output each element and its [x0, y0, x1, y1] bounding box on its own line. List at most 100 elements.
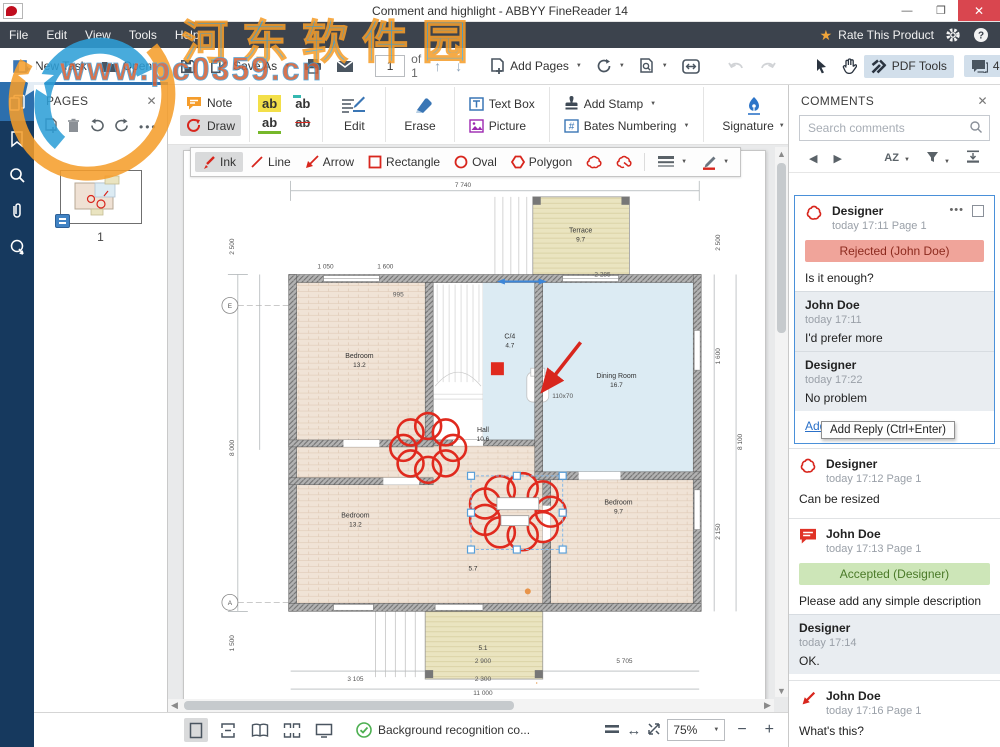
rate-this-product[interactable]: ★ Rate This Product [820, 27, 934, 44]
selection-handle[interactable] [468, 472, 475, 479]
line-weight-button[interactable]: ▼ [650, 152, 694, 172]
menu-item-view[interactable]: View [76, 22, 120, 48]
zoom-in-button[interactable]: + [759, 721, 780, 739]
document-canvas[interactable]: Terrace9.7Bedroom13.2C/44.7Dining Room16… [168, 145, 788, 712]
scroll-up-icon[interactable]: ▲ [775, 147, 788, 160]
redo-button[interactable] [752, 56, 783, 77]
save-as-button[interactable]: Save As ▼ [203, 55, 297, 78]
picture-tool-button[interactable]: Picture [463, 116, 541, 136]
comment-more-icon[interactable]: ••• [949, 204, 964, 216]
fit-view-button[interactable] [675, 55, 707, 78]
document-page[interactable]: Terrace9.7Bedroom13.2C/44.7Dining Room16… [183, 150, 766, 700]
help-icon[interactable]: ? [972, 26, 990, 44]
comment-reply[interactable]: Designertoday 17:22No problem [795, 351, 994, 411]
select-cursor-button[interactable] [808, 54, 835, 78]
minimize-button[interactable]: — [890, 0, 924, 21]
next-comment-icon[interactable]: ▶ [825, 152, 849, 165]
rotate-button[interactable]: ▼ [589, 54, 632, 78]
horizontal-scroll-thumb[interactable] [184, 701, 514, 710]
comment-thread[interactable]: John Doetoday 17:16 Page 1What's this? [789, 680, 1000, 747]
vertical-scroll-thumb[interactable] [777, 163, 786, 333]
add-page-icon[interactable] [44, 118, 58, 136]
sidebar-item-attachments[interactable] [0, 193, 34, 229]
delete-page-trash-icon[interactable] [67, 118, 80, 136]
strikethrough-tool[interactable]: ab [291, 114, 314, 134]
more-options-icon[interactable]: ••• [139, 120, 158, 134]
page-thumbnail[interactable] [60, 170, 142, 224]
pdf-tools-button[interactable]: PDF Tools [864, 55, 954, 78]
comment-checkbox[interactable] [972, 205, 984, 217]
underline-tool[interactable]: ab [258, 114, 281, 134]
search-comments-input[interactable] [799, 115, 990, 141]
selection-handle[interactable] [468, 509, 475, 516]
menu-item-file[interactable]: File [0, 22, 37, 48]
undo-button[interactable] [721, 56, 752, 77]
scroll-right-icon[interactable]: ▶ [761, 699, 774, 712]
comment-reply[interactable]: John Doetoday 17:11I'd prefer more [795, 291, 994, 351]
print-button[interactable] [297, 54, 329, 78]
search-document-button[interactable]: ▼ [632, 54, 675, 78]
horizontal-scrollbar[interactable]: ◀ ▶ [168, 699, 774, 712]
comments-panel-close-icon[interactable]: ✕ [978, 94, 988, 108]
ink-tool-button[interactable]: Ink [195, 152, 243, 172]
erase-tool-button[interactable]: Erase [394, 94, 445, 135]
scroll-down-icon[interactable]: ▼ [775, 684, 788, 697]
freeform-cloud-tool-button[interactable] [609, 152, 639, 172]
comment-thread[interactable]: Designertoday 17:11 Page 1•••Rejected (J… [794, 195, 995, 444]
vertical-scrollbar[interactable]: ▲ ▼ [775, 147, 788, 697]
red-square-annotation[interactable] [491, 362, 504, 375]
rectangle-tool-button[interactable]: Rectangle [361, 152, 447, 172]
sort-comments-button[interactable]: AZ ▼ [876, 152, 918, 164]
sidebar-item-bookmarks[interactable] [0, 121, 34, 157]
squiggly-underline-tool[interactable]: ab [291, 95, 314, 112]
rotate-right-icon[interactable] [114, 118, 130, 136]
previous-page-arrow-icon[interactable]: ↑ [427, 58, 448, 74]
selection-handle[interactable] [513, 546, 520, 553]
selection-handle[interactable] [559, 509, 566, 516]
selection-handle[interactable] [559, 546, 566, 553]
edit-tool-button[interactable]: Edit [331, 94, 377, 135]
comment-reply[interactable]: Designertoday 17:14OK. [789, 614, 1000, 674]
next-page-arrow-icon[interactable]: ↓ [448, 58, 469, 74]
two-page-view-button[interactable] [248, 718, 272, 742]
pan-hand-button[interactable] [835, 54, 864, 78]
fit-lines-icon[interactable] [604, 723, 620, 737]
maximize-button[interactable]: ❐ [924, 0, 958, 21]
ink-color-button[interactable]: ▼ [694, 152, 736, 173]
menu-item-edit[interactable]: Edit [37, 22, 76, 48]
polygon-tool-button[interactable]: Polygon [504, 152, 579, 172]
filter-comments-button[interactable]: ▼ [918, 151, 958, 166]
open-button[interactable]: Open [94, 55, 159, 77]
comment-thread[interactable]: Designertoday 17:12 Page 1Can be resized [789, 448, 1000, 518]
previous-comment-icon[interactable]: ◀ [801, 152, 825, 165]
close-button[interactable]: ✕ [958, 0, 1000, 21]
add-stamp-button[interactable]: Add Stamp ▼ [558, 93, 696, 114]
highlight-tool[interactable]: ab [258, 95, 281, 112]
selection-handle[interactable] [513, 472, 520, 479]
draw-tool-button[interactable]: Draw [180, 115, 241, 136]
one-page-scrolling-button[interactable] [216, 718, 240, 742]
arrow-tool-button[interactable]: Arrow [298, 152, 361, 172]
oval-tool-button[interactable]: Oval [447, 152, 504, 172]
comment-thread[interactable]: John Doetoday 17:13 Page 1Accepted (Desi… [789, 518, 1000, 680]
zoom-level-select[interactable]: 75% ▼ [667, 719, 725, 741]
sidebar-item-pages[interactable] [0, 85, 34, 121]
text-box-tool-button[interactable]: Text Box [463, 94, 541, 114]
settings-gear-icon[interactable] [944, 26, 962, 44]
fit-page-icon[interactable] [647, 722, 661, 739]
line-tool-button[interactable]: Line [243, 152, 298, 172]
one-page-view-button[interactable] [184, 718, 208, 742]
two-page-scrolling-button[interactable] [280, 718, 304, 742]
sidebar-item-search[interactable] [0, 157, 34, 193]
rotate-left-icon[interactable] [89, 118, 105, 136]
email-button[interactable] [329, 56, 361, 77]
selection-handle[interactable] [559, 472, 566, 479]
add-pages-button[interactable]: Add Pages ▼ [483, 54, 589, 78]
page-number-input[interactable] [375, 55, 405, 77]
collapse-all-button[interactable] [958, 150, 988, 166]
comments-count-button[interactable]: 4 [964, 55, 1000, 77]
signature-button[interactable]: Signature▼ [712, 94, 794, 135]
scroll-left-icon[interactable]: ◀ [168, 699, 181, 712]
menu-item-help[interactable]: Help [166, 22, 209, 48]
bates-numbering-button[interactable]: # Bates Numbering ▼ [558, 116, 696, 136]
